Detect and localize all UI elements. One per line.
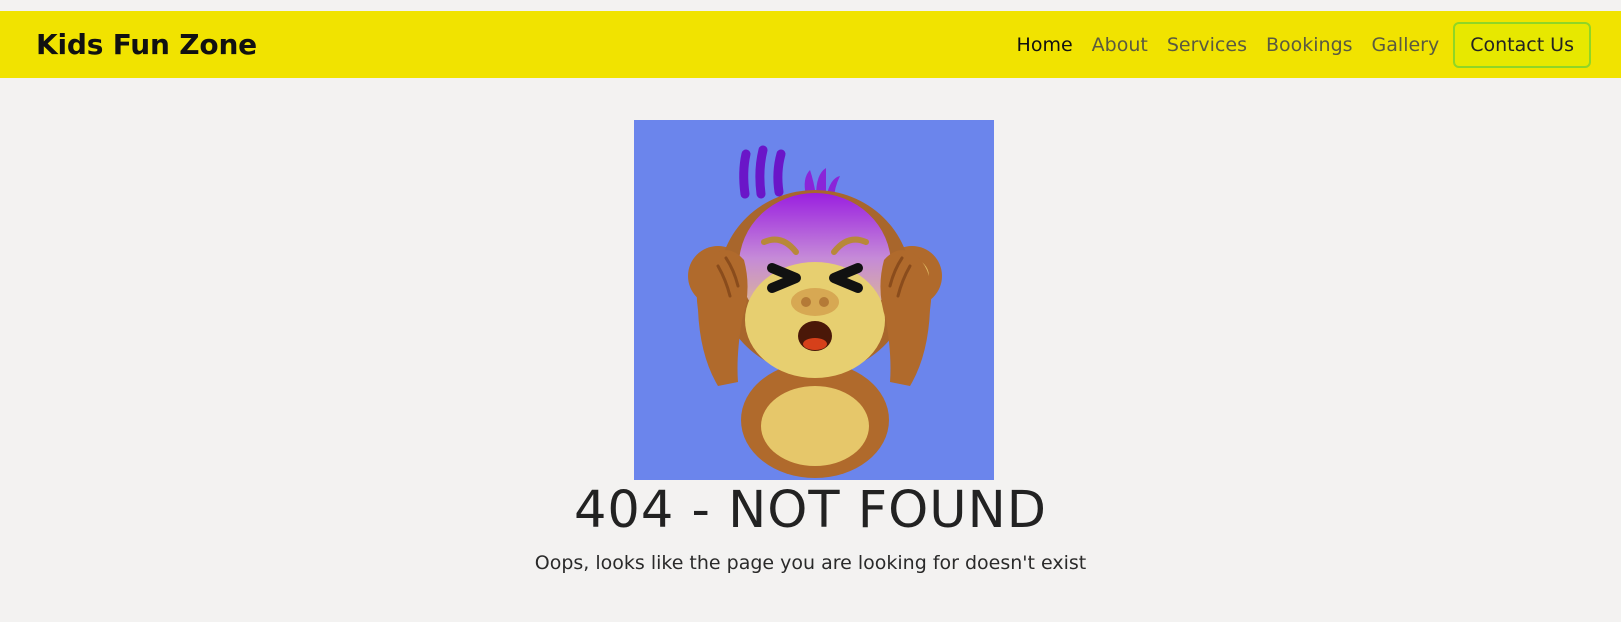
brand-logo[interactable]: Kids Fun Zone — [36, 28, 257, 61]
top-strip — [0, 0, 1621, 11]
nav-link-about[interactable]: About — [1092, 34, 1148, 56]
main-content: 404 - NOT FOUND Oops, looks like the pag… — [0, 78, 1621, 622]
navbar: Kids Fun Zone Home About Services Bookin… — [0, 11, 1621, 78]
nav-links: Home About Services Bookings Gallery Con… — [1017, 11, 1591, 78]
error-message: Oops, looks like the page you are lookin… — [534, 552, 1087, 574]
nav-link-bookings[interactable]: Bookings — [1266, 34, 1353, 56]
nav-link-services[interactable]: Services — [1167, 34, 1247, 56]
frustrated-monkey-icon — [634, 120, 994, 480]
nav-link-home[interactable]: Home — [1017, 34, 1073, 56]
error-title: 404 - NOT FOUND — [573, 481, 1048, 540]
nav-link-gallery[interactable]: Gallery — [1372, 34, 1440, 56]
stress-marks — [739, 145, 786, 199]
contact-us-button[interactable]: Contact Us — [1453, 21, 1591, 68]
